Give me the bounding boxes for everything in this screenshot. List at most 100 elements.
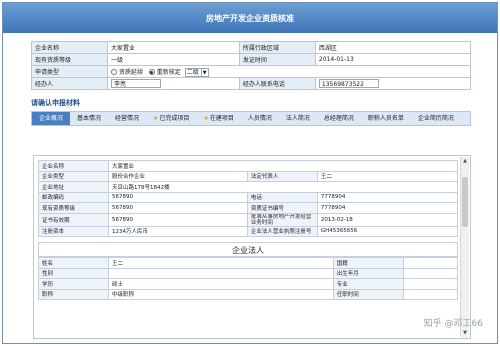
detail-value: 股份合作企业 — [108, 170, 248, 182]
tab-basic-info[interactable]: 基本情况 — [70, 112, 108, 125]
scroll-up-icon[interactable]: ▲ — [461, 157, 469, 165]
tab-label: 基本情况 — [77, 115, 102, 122]
company-name-label: 企业名称 — [31, 41, 108, 54]
detail-value: GH45365656 — [316, 225, 459, 237]
grade-select-value: 二级 — [186, 68, 199, 76]
tab-ongoing-projects[interactable]: ★在建项目 — [196, 112, 240, 125]
detail-value: 567890 — [108, 212, 248, 227]
detail-label: 电话 — [246, 191, 318, 203]
detail-label: 姓名 — [38, 257, 109, 269]
detail-label: 证书有效期 — [38, 212, 109, 227]
detail-value: 硕士 — [108, 278, 334, 290]
detail-value — [108, 267, 334, 279]
tab-label: 职称人员名单 — [367, 115, 404, 122]
detail-label: 性别 — [38, 267, 109, 279]
detail-value — [402, 288, 459, 300]
table-row: 企业类型 股份合作企业 法定代表人 王二 — [38, 170, 459, 182]
legal-person-table: 姓名 王二 国籍 性别 出生年月 学历 硕士 专业 职称 中级职称 任职时间 — [38, 257, 459, 300]
grade-select[interactable]: 二级 ▼ — [184, 67, 209, 77]
detail-label: 邮政编码 — [38, 191, 109, 203]
table-row: 职称 中级职称 任职时间 — [38, 288, 459, 300]
detail-label: 出生年月 — [332, 267, 404, 279]
detail-value — [402, 257, 459, 269]
chevron-down-icon: ▼ — [200, 68, 207, 77]
star-icon: ★ — [203, 115, 209, 122]
detail-value: 王二 — [316, 170, 459, 182]
tab-content-panel: 企业名称 大家置业 企业类型 股份合作企业 法定代表人 王二 企业地址 天目山路178号1… — [33, 155, 471, 339]
issue-time-value: 2014-01-13 — [314, 53, 472, 66]
renew-radio-label: 资质延续 — [119, 68, 144, 76]
tab-personnel[interactable]: 人员情况 — [241, 112, 279, 125]
basic-info-table: 企业名称 大家置业 所属行政区域 西湖区 现有资质等级 一级 发证时间 2014… — [31, 41, 472, 90]
company-name-value: 大家置业 — [107, 41, 240, 54]
tab-label: 企业概况 — [39, 115, 64, 122]
page-title: 房地产开发企业资质核准 — [3, 3, 497, 33]
tab-legal-person[interactable]: 法人简况 — [279, 112, 317, 125]
tab-titled-staff[interactable]: 职称人员名单 — [361, 112, 411, 125]
detail-label: 批准从事房地产开发经营业务时间 — [246, 212, 318, 227]
reapprove-radio-label: 重新核定 — [156, 68, 181, 76]
detail-label: 学历 — [38, 278, 109, 290]
detail-value: 王二 — [108, 257, 334, 269]
apply-type-options: 资质延续 重新核定 二级 ▼ — [107, 65, 471, 78]
detail-value: 7778904 — [316, 202, 459, 214]
company-detail-table: 企业名称 大家置业 企业类型 股份合作企业 法定代表人 王二 企业地址 天目山路178号1… — [38, 160, 459, 237]
tab-label: 法人简况 — [285, 115, 310, 122]
scrollbar-thumb[interactable] — [462, 177, 468, 227]
detail-value: 天目山路178号1842楼 — [108, 181, 458, 193]
handler-label: 经办人 — [31, 77, 108, 90]
tab-company-overview[interactable]: 企业概况 — [32, 112, 71, 125]
detail-value: 中级职称 — [108, 288, 334, 300]
tab-label: 已完成项目 — [159, 115, 190, 122]
vertical-scrollbar[interactable]: ▲ ▼ — [460, 157, 469, 337]
star-icon: ★ — [153, 115, 159, 122]
table-row: 邮政编码 567890 电话 7778904 — [38, 191, 459, 203]
detail-label: 资质证书编号 — [246, 202, 318, 214]
detail-value — [402, 267, 459, 279]
tab-label: 在建项目 — [209, 115, 234, 122]
detail-label: 职称 — [38, 288, 109, 300]
detail-label: 法定代表人 — [246, 170, 318, 182]
detail-label: 国籍 — [332, 257, 404, 269]
handler-phone-label: 经办人联系电话 — [238, 77, 316, 90]
detail-value: 7778904 — [316, 191, 459, 203]
tab-label: 企业简历简况 — [417, 115, 454, 122]
district-value: 西湖区 — [314, 41, 472, 54]
detail-label: 现有资质等级 — [38, 202, 109, 214]
handler-phone-input[interactable]: 13569873522 — [318, 79, 379, 88]
tab-general-manager[interactable]: 总经理简况 — [317, 112, 361, 125]
table-row: 姓名 王二 国籍 — [38, 257, 459, 269]
table-row: 注册资本 1234万人民币 企业法人营业执照注册号 GH45365656 — [38, 225, 459, 237]
handler-phone-cell: 13569873522 — [314, 77, 472, 90]
detail-label: 企业法人营业执照注册号 — [246, 225, 318, 237]
district-label: 所属行政区域 — [238, 41, 316, 54]
detail-value: 大家置业 — [108, 160, 458, 172]
renew-radio[interactable] — [111, 69, 117, 75]
detail-label: 注册资本 — [38, 225, 109, 237]
detail-value — [402, 278, 459, 290]
handler-cell: 李亮 — [107, 77, 240, 90]
current-grade-value: 一级 — [107, 53, 240, 66]
tab-completed-projects[interactable]: ★已完成项目 — [146, 112, 196, 125]
materials-section-title: 请确认申报材料 — [31, 99, 80, 107]
tab-label: 总经理简况 — [323, 115, 354, 122]
table-row: 企业名称 大家置业 — [38, 160, 458, 172]
tab-label: 人员情况 — [247, 115, 272, 122]
apply-type-label: 申请类型 — [31, 65, 108, 78]
detail-label: 企业地址 — [38, 181, 109, 193]
table-row: 性别 出生年月 — [38, 267, 459, 279]
detail-label: 专业 — [332, 278, 404, 290]
handler-input[interactable]: 李亮 — [111, 79, 161, 88]
detail-value: 567890 — [108, 202, 248, 214]
issue-time-label: 发证时间 — [238, 53, 316, 66]
tab-company-history[interactable]: 企业简历简况 — [411, 112, 461, 125]
materials-tabs: 企业概况 基本情况 经营情况 ★已完成项目 ★在建项目 人员情况 法人简况 总经… — [31, 111, 471, 126]
table-row: 企业地址 天目山路178号1842楼 — [38, 181, 458, 193]
detail-value: 1234万人民币 — [108, 225, 248, 237]
reapprove-radio[interactable] — [148, 69, 155, 75]
scroll-down-icon[interactable]: ▼ — [461, 329, 469, 337]
tab-operations[interactable]: 经营情况 — [108, 112, 146, 125]
detail-label: 任职时间 — [332, 288, 404, 300]
table-row: 学历 硕士 专业 — [38, 278, 459, 290]
legal-person-heading: 企业法人 — [38, 242, 458, 257]
